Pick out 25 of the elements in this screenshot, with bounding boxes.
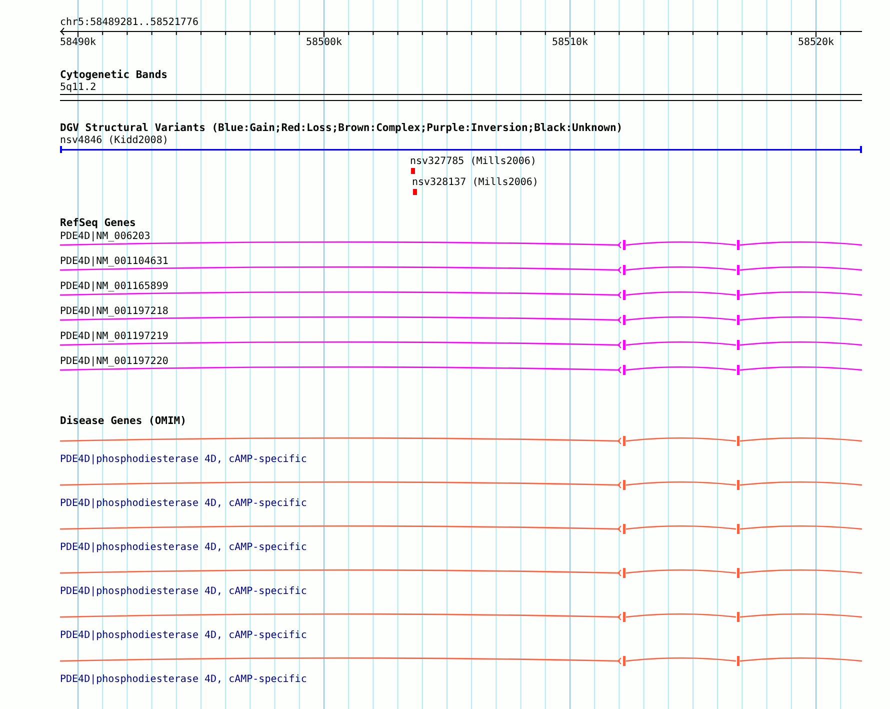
gene-label: PDE4D|phosphodiesterase 4D, cAMP-specific [60,630,307,641]
gene-label: PDE4D|NM_001197220 [60,356,168,367]
gene-label: PDE4D|NM_001197219 [60,331,168,342]
variant-label: nsv328137 (Mills2006) [412,177,538,188]
ruler-tick-label: 58490k [60,37,96,48]
gene-label: PDE4D|phosphodiesterase 4D, cAMP-specific [60,542,307,553]
gene-label: PDE4D|NM_001165899 [60,281,168,292]
ruler-tick-label: 58520k [798,37,834,48]
gene-label: PDE4D|phosphodiesterase 4D, cAMP-specific [60,498,307,509]
cytoband-label: 5q11.2 [60,82,96,93]
ruler-tick-label: 58510k [552,37,588,48]
track-title: RefSeq Genes [60,217,136,229]
gene-label: PDE4D|NM_001197218 [60,306,168,317]
gene-label: PDE4D|NM_006203 [60,231,150,242]
gene-label: PDE4D|phosphodiesterase 4D, cAMP-specific [60,454,307,465]
region-label: chr5:58489281..58521776 [60,17,198,28]
gene-label: PDE4D|phosphodiesterase 4D, cAMP-specific [60,586,307,597]
variant-label: nsv327785 (Mills2006) [410,156,536,167]
ruler-tick-label: 58500k [306,37,342,48]
gene-label: PDE4D|NM_001104631 [60,256,168,267]
variant-label: nsv4846 (Kidd2008) [60,135,168,146]
track-title: Cytogenetic Bands [60,69,168,81]
track-title: DGV Structural Variants (Blue:Gain;Red:Loss;Brown:Complex;Purple:Inversion;Black:Unknown) [60,122,623,134]
gene-label: PDE4D|phosphodiesterase 4D, cAMP-specific [60,674,307,685]
track-title: Disease Genes (OMIM) [60,415,186,427]
